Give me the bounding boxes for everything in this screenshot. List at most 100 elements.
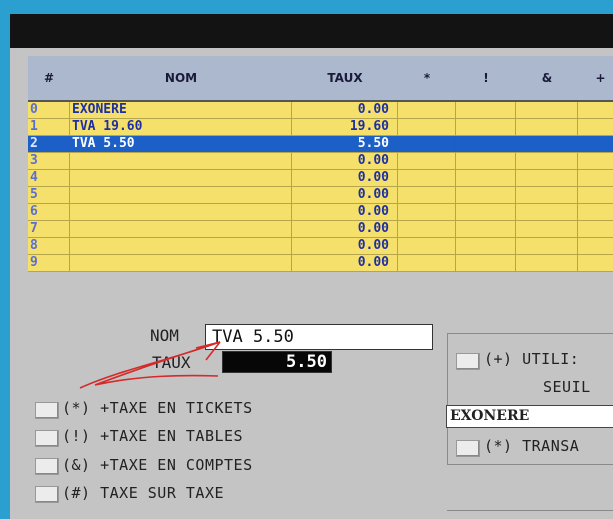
table-cell-col-c (516, 119, 578, 135)
table-cell-col-c (516, 136, 578, 152)
checkbox-taxe-comptes[interactable] (35, 458, 59, 475)
header-star[interactable]: * (398, 56, 457, 102)
table-cell-nom: TVA 19.60 (70, 119, 292, 135)
table-row[interactable]: 5 0.00 (28, 187, 613, 204)
checkbox-utilise[interactable] (456, 353, 480, 370)
table-cell-num: 3 (28, 153, 70, 169)
table-cell-col-c (516, 204, 578, 220)
seuil-label: SEUIL (543, 378, 591, 396)
table-cell-col-d (578, 204, 613, 220)
header-plus[interactable]: + (578, 56, 613, 102)
table-row[interactable]: 8 0.00 (28, 238, 613, 255)
table-cell-num: 5 (28, 187, 70, 203)
table-cell-nom (70, 170, 292, 186)
header-taux[interactable]: TAUX (292, 56, 399, 102)
table-cell-taux: 0.00 (292, 187, 398, 203)
table-row[interactable]: 2 TVA 5.50 5.50 (28, 136, 613, 153)
table-cell-col-a (398, 170, 456, 186)
checkbox-taxe-tables[interactable] (35, 430, 59, 447)
table-cell-col-b (456, 119, 516, 135)
header-num[interactable]: # (28, 56, 71, 102)
table-cell-nom: EXONERE (70, 102, 292, 118)
table-row[interactable]: 6 0.00 (28, 204, 613, 221)
checkbox-utilise-label: (+) UTILI: (484, 350, 580, 368)
lower-box-edge (447, 510, 613, 519)
table-cell-taux: 0.00 (292, 255, 398, 271)
table-cell-col-d (578, 238, 613, 254)
table-cell-col-a (398, 102, 456, 118)
table-cell-num: 6 (28, 204, 70, 220)
table-cell-nom (70, 153, 292, 169)
table-cell-col-b (456, 170, 516, 186)
table-cell-nom (70, 204, 292, 220)
table-cell-num: 0 (28, 102, 70, 118)
table-cell-taux: 0.00 (292, 221, 398, 237)
table-cell-col-d (578, 255, 613, 271)
table-cell-taux: 0.00 (292, 102, 398, 118)
nom-label: NOM (150, 326, 179, 345)
checkbox-taxe-sur-taxe[interactable] (35, 486, 59, 503)
table-cell-nom: TVA 5.50 (70, 136, 292, 152)
seuil-select[interactable]: EXONERE (446, 405, 613, 428)
table-cell-taux: 0.00 (292, 170, 398, 186)
table-row[interactable]: 4 0.00 (28, 170, 613, 187)
table-row[interactable]: 9 0.00 (28, 255, 613, 272)
table-cell-col-c (516, 102, 578, 118)
header-excl[interactable]: ! (456, 56, 517, 102)
table-cell-col-d (578, 102, 613, 118)
table-cell-col-a (398, 136, 456, 152)
table-cell-col-d (578, 187, 613, 203)
table-cell-col-b (456, 136, 516, 152)
table-cell-col-b (456, 153, 516, 169)
header-amp[interactable]: & (516, 56, 579, 102)
checkbox-taxe-comptes-label: (&) +TAXE EN COMPTES (62, 456, 253, 474)
table-cell-col-d (578, 136, 613, 152)
table-cell-num: 4 (28, 170, 70, 186)
table-cell-num: 8 (28, 238, 70, 254)
table-cell-taux: 0.00 (292, 204, 398, 220)
table-row[interactable]: 3 0.00 (28, 153, 613, 170)
taux-input[interactable]: 5.50 (222, 351, 332, 373)
checkbox-transa[interactable] (456, 440, 480, 457)
table-cell-num: 2 (28, 136, 70, 152)
table-cell-col-b (456, 238, 516, 254)
table-row[interactable]: 7 0.00 (28, 221, 613, 238)
table-cell-num: 9 (28, 255, 70, 271)
table-cell-taux: 0.00 (292, 238, 398, 254)
table-cell-col-d (578, 221, 613, 237)
table-cell-col-b (456, 221, 516, 237)
table-cell-col-c (516, 187, 578, 203)
table-cell-col-a (398, 187, 456, 203)
table-cell-col-a (398, 153, 456, 169)
main-panel: # NOM TAUX * ! & + 0 EXONERE 0.00 1 TVA 19.6… (10, 48, 613, 519)
table-cell-col-c (516, 153, 578, 169)
checkbox-transa-label: (*) TRANSA (484, 437, 580, 455)
table-cell-col-c (516, 255, 578, 271)
table-cell-col-a (398, 204, 456, 220)
table-cell-col-b (456, 255, 516, 271)
table-cell-num: 7 (28, 221, 70, 237)
nom-input[interactable]: TVA 5.50 (205, 324, 433, 350)
table-cell-col-d (578, 153, 613, 169)
table-cell-nom (70, 187, 292, 203)
table-cell-nom (70, 238, 292, 254)
table-cell-taux: 5.50 (292, 136, 398, 152)
table-cell-col-a (398, 221, 456, 237)
table-cell-col-c (516, 170, 578, 186)
table-cell-col-c (516, 238, 578, 254)
checkbox-taxe-tickets[interactable] (35, 402, 59, 419)
table-cell-col-a (398, 119, 456, 135)
table-cell-col-d (578, 119, 613, 135)
table-cell-col-c (516, 221, 578, 237)
table-row[interactable]: 1 TVA 19.60 19.60 (28, 119, 613, 136)
title-bar (10, 14, 613, 48)
table-cell-taux: 0.00 (292, 153, 398, 169)
header-nom[interactable]: NOM (70, 56, 293, 102)
checkbox-taxe-tickets-label: (*) +TAXE EN TICKETS (62, 399, 253, 417)
table-cell-nom (70, 255, 292, 271)
table-cell-col-b (456, 204, 516, 220)
table-row[interactable]: 0 EXONERE 0.00 (28, 102, 613, 119)
taux-label: TAUX (152, 353, 191, 372)
table-cell-nom (70, 221, 292, 237)
table-cell-taux: 19.60 (292, 119, 398, 135)
